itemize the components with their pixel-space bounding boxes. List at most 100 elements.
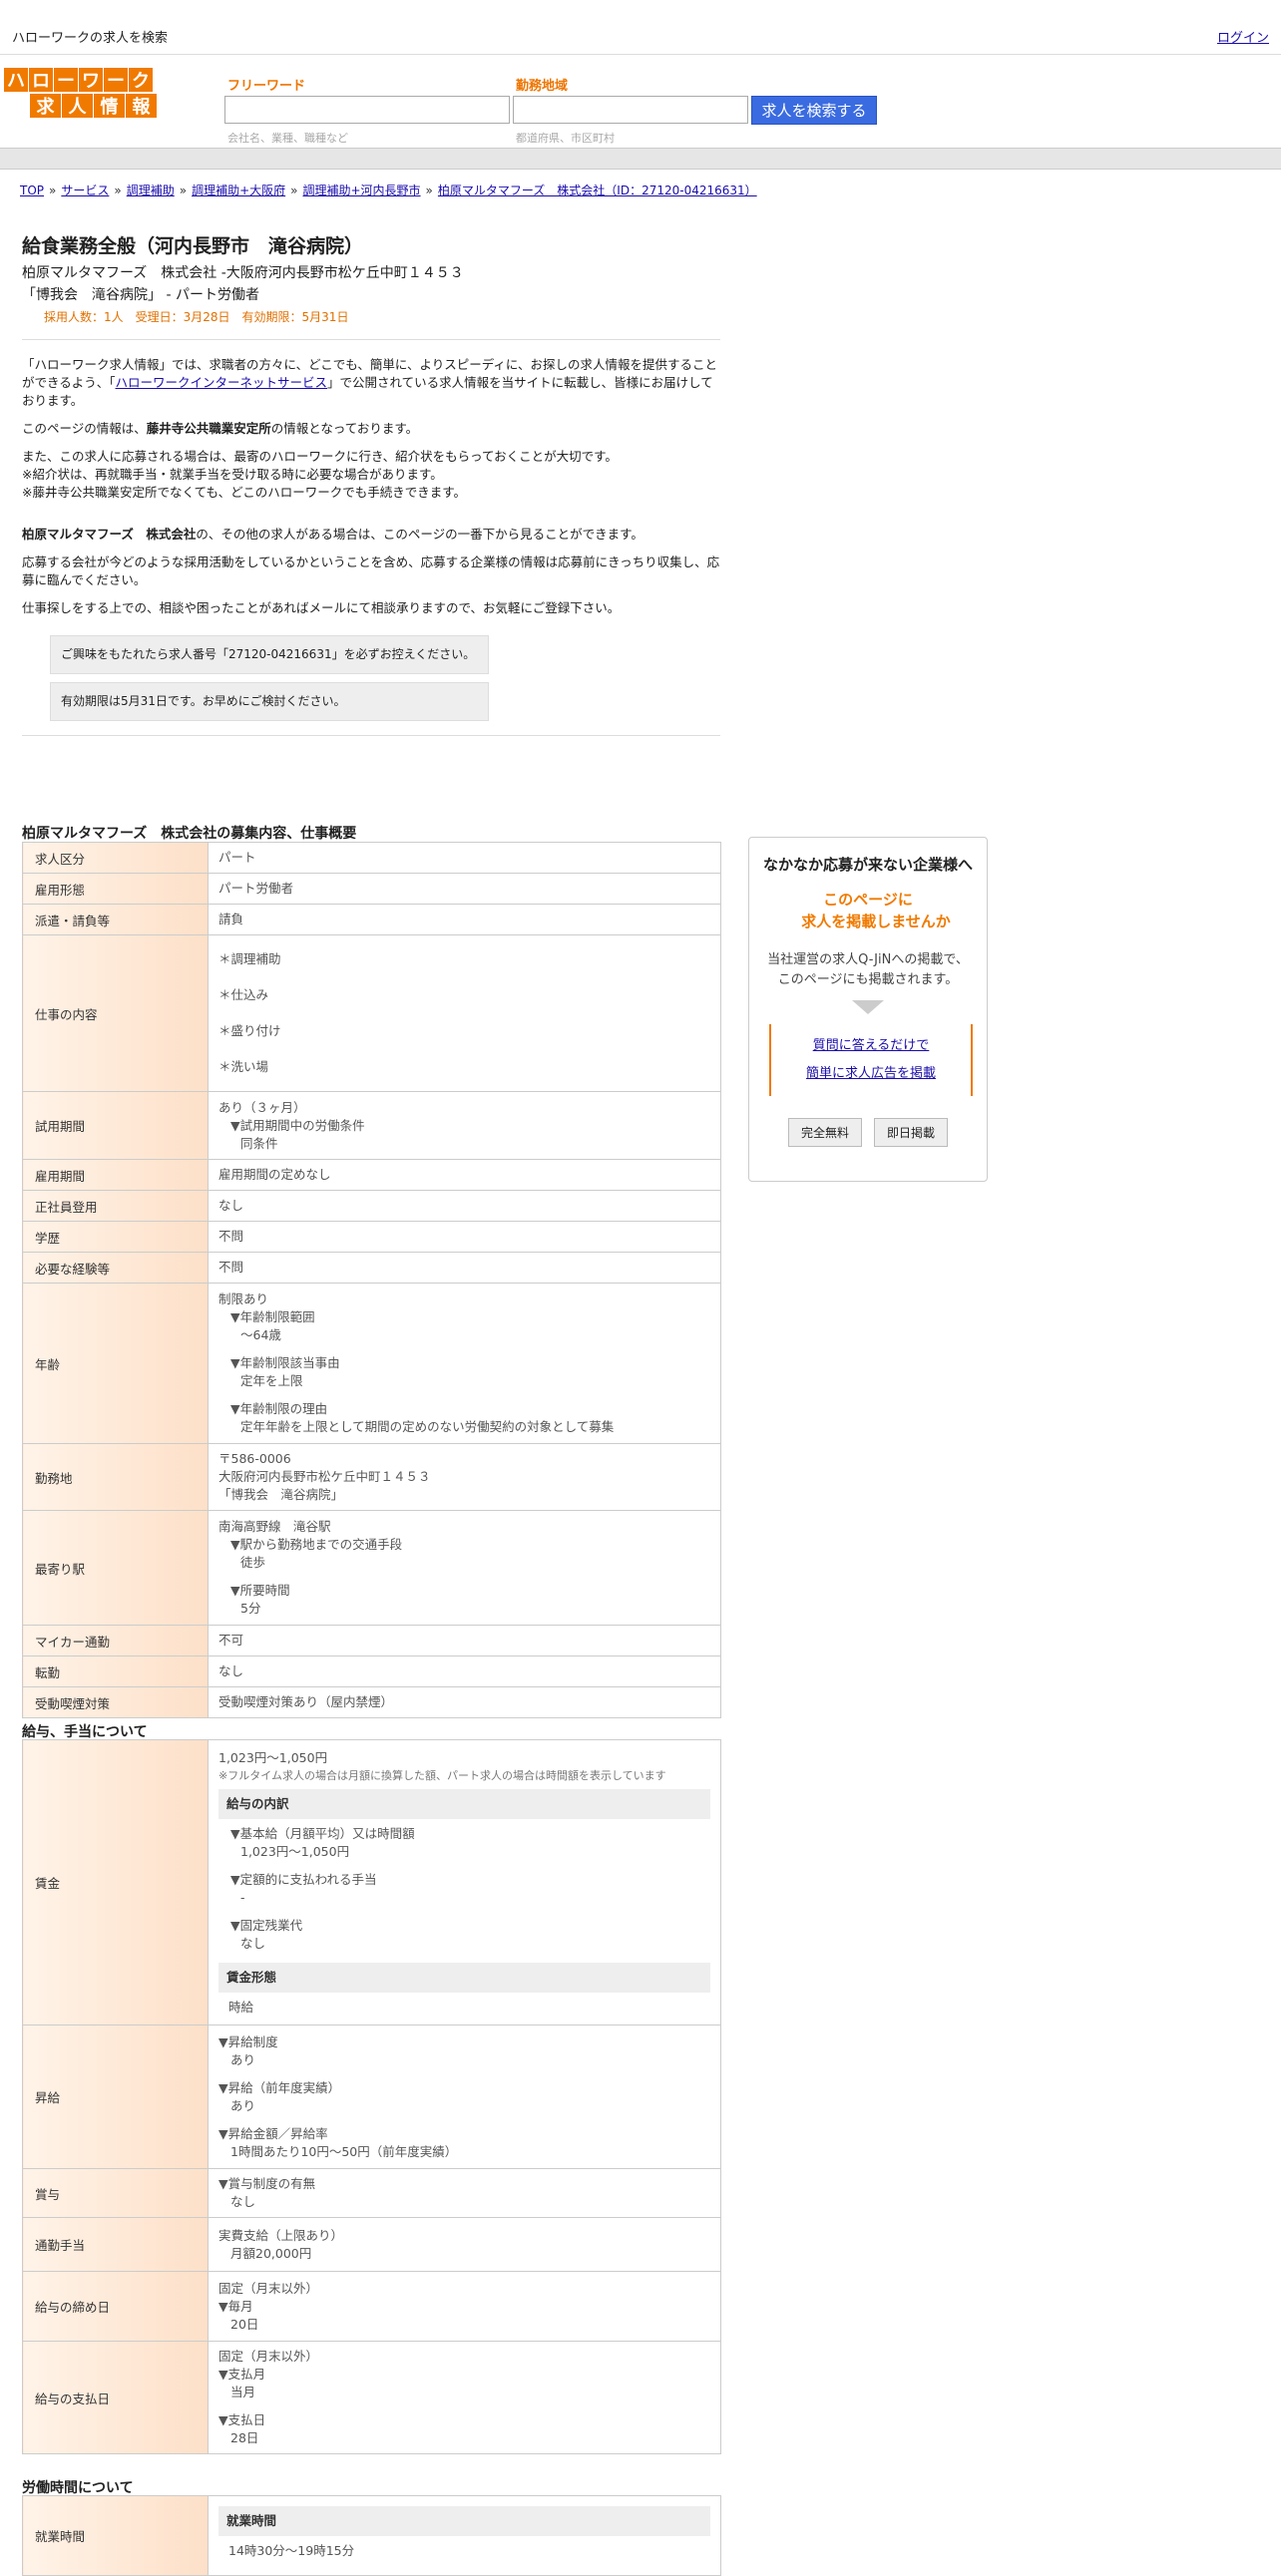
intro-text: の情報となっております。 (270, 421, 419, 436)
value-sublabel: ▼所要時間 (230, 1583, 290, 1598)
table-row: 雇用期間 雇用期間の定めなし (22, 1159, 721, 1191)
site-title: ハローワークの求人を検索 (12, 31, 169, 46)
ad-headline-line: このページに (823, 891, 913, 909)
hours-table: 就業時間 就業時間 14時30分〜19時15分 (22, 2495, 721, 2576)
ad-links: 質問に答えるだけで 簡単に求人広告を掲載 (769, 1024, 973, 1096)
section-title-overview: 柏原マルタマフーズ 株式会社の募集内容、仕事概要 (22, 826, 357, 842)
row-value: 制限あり ▼年齢制限範囲 〜64歳 ▼年齢制限該当事由 定年を上限 ▼年齢制限の理由… (208, 1283, 721, 1444)
employer-ad-box: なかなか応募が来ない企業様へ このページに求人を掲載しませんか 当社運営の求人Q… (748, 837, 988, 1182)
ad-title: なかなか応募が来ない企業様へ (762, 856, 973, 874)
work-item: ＊調理補助 (218, 951, 281, 966)
row-label: 就業時間 (22, 2495, 209, 2576)
value-sublabel: ▼賞与制度の有無 (218, 2176, 316, 2191)
breadcrumb-sep: » (49, 184, 57, 197)
breadcrumb-sep: » (179, 184, 188, 197)
value-text: 28日 (230, 2430, 259, 2445)
logo-char: 報 (126, 94, 157, 118)
logo-char: ー (104, 68, 128, 92)
breadcrumb-pref[interactable]: 調理補助+大阪府 (192, 184, 285, 197)
logo-char: ク (129, 68, 153, 92)
table-row: 必要な経験等 不問 (22, 1252, 721, 1284)
value-text: あり (230, 2051, 256, 2067)
notice-box-expiry: 有効期限は5月31日です。お早めにご検討ください。 (50, 682, 489, 721)
same-day-button[interactable]: 即日掲載 (874, 1118, 949, 1147)
value-text: 「博我会 滝谷病院」 (218, 1487, 344, 1502)
ad-headline: このページに求人を掲載しませんか (749, 889, 987, 932)
wage-breakdown-header: 給与の内訳 (218, 1788, 710, 1819)
value-text: 徒歩 (240, 1555, 266, 1570)
logo-char: ロ (29, 68, 53, 92)
breadcrumb-category[interactable]: 調理補助 (127, 184, 175, 197)
row-value: 固定（月末以外） ▼毎月 20日 (208, 2271, 721, 2342)
row-value: ▼昇給制度 あり ▼昇給（前年度実績） あり ▼昇給金額／昇給率 1時間あたり10円〜… (208, 2024, 721, 2169)
table-row: 派遣・請負等 請負 (22, 904, 721, 935)
table-row: 仕事の内容 ＊調理補助 ＊仕込み ＊盛り付け ＊洗い場 (22, 934, 721, 1092)
row-label: 必要な経験等 (22, 1252, 209, 1284)
office-name: 藤井寺公共職業安定所 (146, 421, 271, 436)
table-row: 学歴 不問 (22, 1221, 721, 1253)
value-text: 1時間あたり10円〜50円（前年度実績） (230, 2143, 458, 2159)
row-label: 正社員登用 (22, 1190, 209, 1222)
wage-type-header: 賃金形態 (218, 1962, 710, 1993)
login-link[interactable]: ログイン (1217, 27, 1269, 46)
value-text: 定年を上限 (240, 1373, 303, 1388)
table-row: 給与の締め日 固定（月末以外） ▼毎月 20日 (22, 2271, 721, 2342)
row-value: ＊調理補助 ＊仕込み ＊盛り付け ＊洗い場 (208, 934, 721, 1092)
breadcrumb-company[interactable]: 柏原マルタマフーズ 株式会社（ID：27120-04216631） (438, 184, 757, 197)
free-button[interactable]: 完全無料 (787, 1118, 862, 1147)
search-button[interactable]: 求人を検索する (751, 96, 877, 125)
table-row: 求人区分 パート (22, 842, 721, 874)
breadcrumb: TOP » サービス » 調理補助 » 調理補助+大阪府 » 調理補助+河内長野市 » 柏原マルタマ… (20, 182, 757, 198)
value-sublabel: ▼固定残業代 (230, 1917, 303, 1933)
intro-paragraph-6: 仕事探しをする上での、相談や困ったことがあればメールにて相談承りますので、お気軽… (22, 600, 621, 615)
row-value: 不問 (208, 1221, 721, 1253)
value-sublabel: ▼定額的に支払われる手当 (230, 1871, 377, 1887)
ad-link-answer[interactable]: 質問に答えるだけで (813, 1038, 930, 1053)
hellowork-logo[interactable]: ハ ロ ー ワ ー ク 求 人 情 報 (4, 68, 182, 126)
area-input[interactable] (513, 96, 748, 124)
ad-description-line: このページにも掲載されます。 (777, 972, 959, 987)
wage-table: 賃金 1,023円〜1,050円 ※フルタイム求人の場合は月額に換算した額、パー… (22, 1739, 721, 2454)
top-bar: ハローワークの求人を検索 ログイン (0, 0, 1281, 55)
row-value: 固定（月末以外） ▼支払月 当月 ▼支払日 28日 (208, 2341, 721, 2454)
intro-text: ※紹介状は、再就職手当・就業手当を受け取る時に必要な場合があります。 (22, 467, 443, 482)
ad-description-line: 当社運営の求人Q-JiNへの掲載で、 (767, 952, 969, 967)
row-value: 就業時間 14時30分〜19時15分 (208, 2495, 721, 2576)
job-title: 給食業務全般（河内長野市 滝谷病院） (22, 235, 364, 257)
row-label: 賞与 (22, 2168, 209, 2218)
breadcrumb-top[interactable]: TOP (20, 184, 44, 197)
freeword-input[interactable] (224, 96, 510, 124)
area-label: 勤務地域 (516, 79, 569, 94)
value-sublabel: ▼基本給（月額平均）又は時間額 (230, 1825, 415, 1841)
row-label: 学歴 (22, 1221, 209, 1253)
row-value: 請負 (208, 904, 721, 935)
intro-paragraph-4: 柏原マルタマフーズ 株式会社の、その他の求人がある場合は、このページの一番下から… (22, 526, 720, 544)
row-value: 〒586-0006 大阪府河内長野市松ケ丘中町１４５３ 「博我会 滝谷病院」 (208, 1443, 721, 1511)
row-value: なし (208, 1656, 721, 1687)
row-label: 勤務地 (22, 1443, 209, 1511)
hellowork-internet-link[interactable]: ハローワークインターネットサービス (116, 375, 328, 390)
breadcrumb-service[interactable]: サービス (61, 184, 109, 197)
ad-description: 当社運営の求人Q-JiNへの掲載で、 このページにも掲載されます。 (749, 950, 987, 990)
row-label: 受動喫煙対策 (22, 1686, 209, 1718)
value-sublabel: ▼支払日 (218, 2412, 266, 2427)
table-row: 昇給 ▼昇給制度 あり ▼昇給（前年度実績） あり ▼昇給金額／昇給率 1時間あたり1… (22, 2024, 721, 2169)
row-value: 1,023円〜1,050円 ※フルタイム求人の場合は月額に換算した額、パート求人… (208, 1739, 721, 2025)
value-text: 大阪府河内長野市松ケ丘中町１４５３ (218, 1469, 431, 1484)
company-name: 柏原マルタマフーズ 株式会社 (22, 527, 197, 542)
logo-char: 求 (30, 94, 61, 118)
ad-link-post[interactable]: 簡単に求人広告を掲載 (806, 1066, 936, 1081)
table-row: 雇用形態 パート労働者 (22, 873, 721, 905)
breadcrumb-city[interactable]: 調理補助+河内長野市 (302, 184, 420, 197)
table-row: 年齢 制限あり ▼年齢制限範囲 〜64歳 ▼年齢制限該当事由 定年を上限 ▼年齢制限… (22, 1283, 721, 1444)
value-text: 定年年齢を上限として期間の定めのない労働契約の対象として募集 (240, 1419, 615, 1434)
breadcrumb-sep: » (290, 184, 298, 197)
table-row: 勤務地 〒586-0006 大阪府河内長野市松ケ丘中町１４５３ 「博我会 滝谷病院」 (22, 1443, 721, 1511)
ad-headline-line: 求人を掲載しませんか (801, 913, 951, 930)
logo-char: 情 (94, 94, 125, 118)
table-row: マイカー通勤 不可 (22, 1625, 721, 1656)
row-label: 昇給 (22, 2024, 209, 2169)
logo-row-2: 求 人 情 報 (30, 94, 182, 120)
divider-bar (0, 148, 1281, 170)
value-text: 時給 (228, 1999, 254, 2015)
